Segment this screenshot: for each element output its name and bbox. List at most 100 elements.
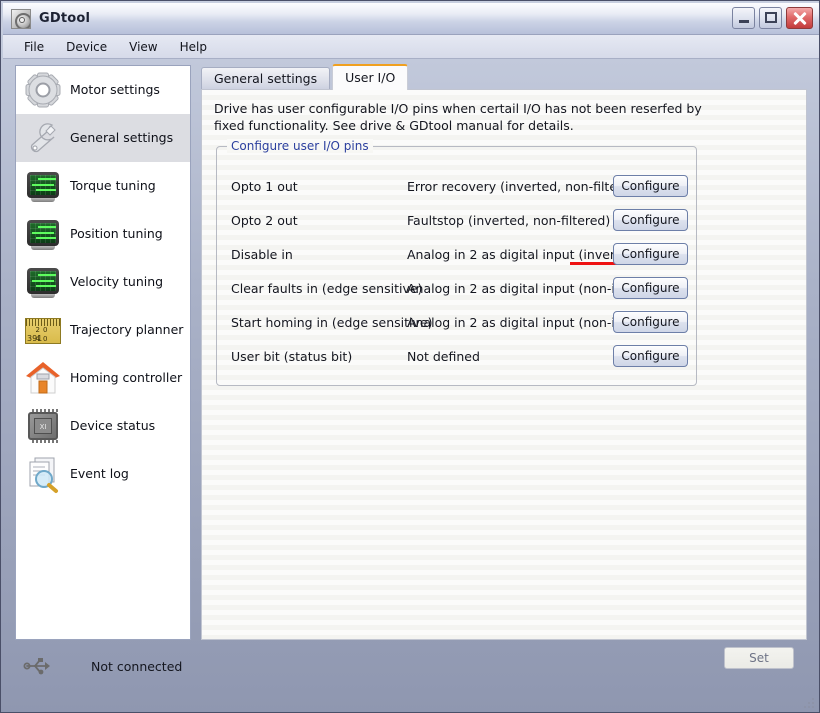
sidebar-item-velocity-tuning[interactable]: Velocity tuning [16,258,190,306]
sidebar-label-velocity-tuning: Velocity tuning [70,274,164,289]
io-row-name: Start homing in (edge sensitive) [231,314,433,330]
chip-body: XI [28,408,58,443]
table-row: Disable in Analog in 2 as digital input … [217,237,698,271]
menu-item-view[interactable]: View [118,37,168,57]
io-row-value-clip: Error recovery (inverted, non-filtered) [407,179,613,194]
chip-icon: XI [22,405,64,447]
window-controls [732,7,813,29]
sidebar-item-device-status[interactable]: XI Device status [16,402,190,450]
io-row-value-clip: Analog in 2 as digital input (inverted) [407,247,613,262]
menu-item-file[interactable]: File [13,37,55,57]
io-row-name: Opto 2 out [231,212,298,228]
scope-icon [22,213,64,255]
connection-status-text: Not connected [91,658,183,674]
wrench-icon [22,117,64,159]
configure-user-io-pins-group: Configure user I/O pins Opto 1 out Error… [216,139,698,386]
table-row: User bit (status bit) Not defined Config… [217,339,698,373]
sidebar-label-event-log: Event log [70,466,129,481]
set-button[interactable]: Set [724,647,794,669]
configure-button-opto-1-out[interactable]: Configure [613,175,688,197]
io-row-value: Error recovery (inverted, non-filtered) [407,178,613,194]
minimize-button[interactable] [732,7,755,29]
sidebar-label-motor-settings: Motor settings [70,82,160,97]
ruler-icon: 20 40 391 [22,309,64,351]
maximize-button[interactable] [759,7,782,29]
scope-grid [30,174,56,195]
scope-screen [27,267,59,294]
tab-general-settings[interactable]: General settings [201,67,331,90]
scope-trace [32,231,54,234]
tab-panel-user-io: Drive has user configurable I/O pins whe… [201,89,807,640]
sidebar-item-event-log[interactable]: Event log [16,450,190,498]
io-row-value-clip: Analog in 2 as digital input (non-invert… [407,315,613,330]
minimize-icon [739,20,749,23]
configure-button-user-bit[interactable]: Configure [613,345,688,367]
sidebar-label-device-status: Device status [70,418,156,433]
house-icon-svg [26,361,60,393]
sidebar-label-trajectory-planner: Trajectory planner [70,322,184,337]
log-icon-svg [29,457,58,493]
wrench-icon-svg [30,122,56,152]
scope-trace [32,279,54,282]
configure-button-clear-faults-in[interactable]: Configure [613,277,688,299]
configure-button-disable-in[interactable]: Configure [613,243,688,265]
chip-label: XI [34,417,52,434]
sidebar-navigation: Motor settings General settings Torque t… [15,65,191,640]
resize-grip[interactable] [800,694,814,708]
scope-trace [32,183,54,186]
table-row: Start homing in (edge sensitive) Analog … [217,305,698,339]
table-row: Opto 1 out Error recovery (inverted, non… [217,169,698,203]
io-row-value: Analog in 2 as digital input (non-invert… [407,280,613,296]
scope-base [31,245,55,250]
gear-icon-svg [25,72,61,107]
sidebar-item-motor-settings[interactable]: Motor settings [16,66,190,114]
scope-base [31,197,55,202]
sidebar-label-position-tuning: Position tuning [70,226,163,241]
chip-pins-top [32,408,58,412]
menu-item-help[interactable]: Help [169,37,218,57]
menu-item-device[interactable]: Device [55,37,118,57]
sidebar-label-general-settings: General settings [70,130,174,145]
configure-button-start-homing-in[interactable]: Configure [613,311,688,333]
io-row-value: Not defined [407,348,480,364]
tab-user-io[interactable]: User I/O [332,64,409,90]
io-row-value-clip: Not defined [407,349,613,364]
sidebar-item-torque-tuning[interactable]: Torque tuning [16,162,190,210]
sidebar-label-torque-tuning: Torque tuning [70,178,156,193]
title-bar: GDtool [3,3,819,35]
configure-button-opto-2-out[interactable]: Configure [613,209,688,231]
io-row-name: Clear faults in (edge sensitive) [231,280,423,296]
scope-icon [22,261,64,303]
sidebar-item-homing-controller[interactable]: Homing controller [16,354,190,402]
sidebar-item-general-settings[interactable]: General settings [16,114,190,162]
scope-icon [22,165,64,207]
io-row-value-clip: Faultstop (inverted, non-filtered) [407,213,613,228]
chip-pins-bottom [32,439,58,443]
io-row-name: User bit (status bit) [231,348,353,364]
usb-icon-svg [23,658,50,675]
ruler-value: 391 [27,333,43,343]
scope-grid [30,270,56,291]
io-row-name: Disable in [231,246,293,262]
scope-grid [30,222,56,243]
scope-screen [27,171,59,198]
scope-screen [27,219,59,246]
io-row-name: Opto 1 out [231,178,298,194]
io-row-value-clip: Analog in 2 as digital input (non-invert… [407,281,613,296]
panel-description: Drive has user configurable I/O pins whe… [214,101,702,133]
house-icon [22,357,64,399]
red-highlight-underline [570,262,618,265]
ruler-body: 20 40 391 [25,317,61,344]
sidebar-item-trajectory-planner[interactable]: 20 40 391 Trajectory planner [16,306,190,354]
gear-icon [22,69,64,111]
io-row-value: Analog in 2 as digital input (inverted) [407,246,613,262]
status-bar: Not connected [15,646,315,686]
sidebar-item-position-tuning[interactable]: Position tuning [16,210,190,258]
maximize-icon [765,12,777,23]
table-row: Opto 2 out Faultstop (inverted, non-filt… [217,203,698,237]
usb-icon [23,656,51,676]
close-button[interactable] [786,7,813,29]
menu-bar: File Device View Help [3,35,819,59]
group-title: Configure user I/O pins [227,139,373,153]
table-row: Clear faults in (edge sensitive) Analog … [217,271,698,305]
